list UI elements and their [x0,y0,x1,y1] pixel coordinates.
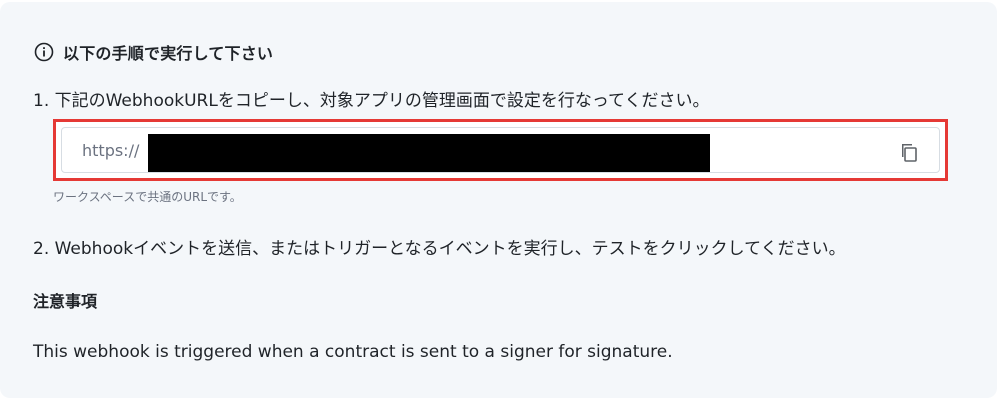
webhook-url-highlight: https:// [53,119,948,181]
notes-title: 注意事項 [33,292,98,311]
webhook-instructions-panel: 以下の手順で実行して下さい 1. 下記のWebhookURLをコピーし、対象アプ… [0,2,997,398]
redacted-url-block [148,134,710,172]
webhook-url-prefix: https:// [82,141,140,160]
step-2-text: 2. Webhookイベントを送信、またはトリガーとなるイベントを実行し、テスト… [33,239,846,259]
copy-url-button[interactable] [893,140,921,168]
url-helper-text: ワークスペースで共通のURLです。 [53,190,242,204]
step-1-text: 1. 下記のWebhookURLをコピーし、対象アプリの管理画面で設定を行なって… [33,91,710,111]
webhook-url-field[interactable]: https:// [61,127,940,173]
instructions-title: 以下の手順で実行して下さい [63,44,274,63]
copy-icon [895,140,919,168]
webhook-description: This webhook is triggered when a contrac… [33,342,673,362]
instructions-header: 以下の手順で実行して下さい [33,40,273,64]
info-circle-icon [33,41,55,63]
